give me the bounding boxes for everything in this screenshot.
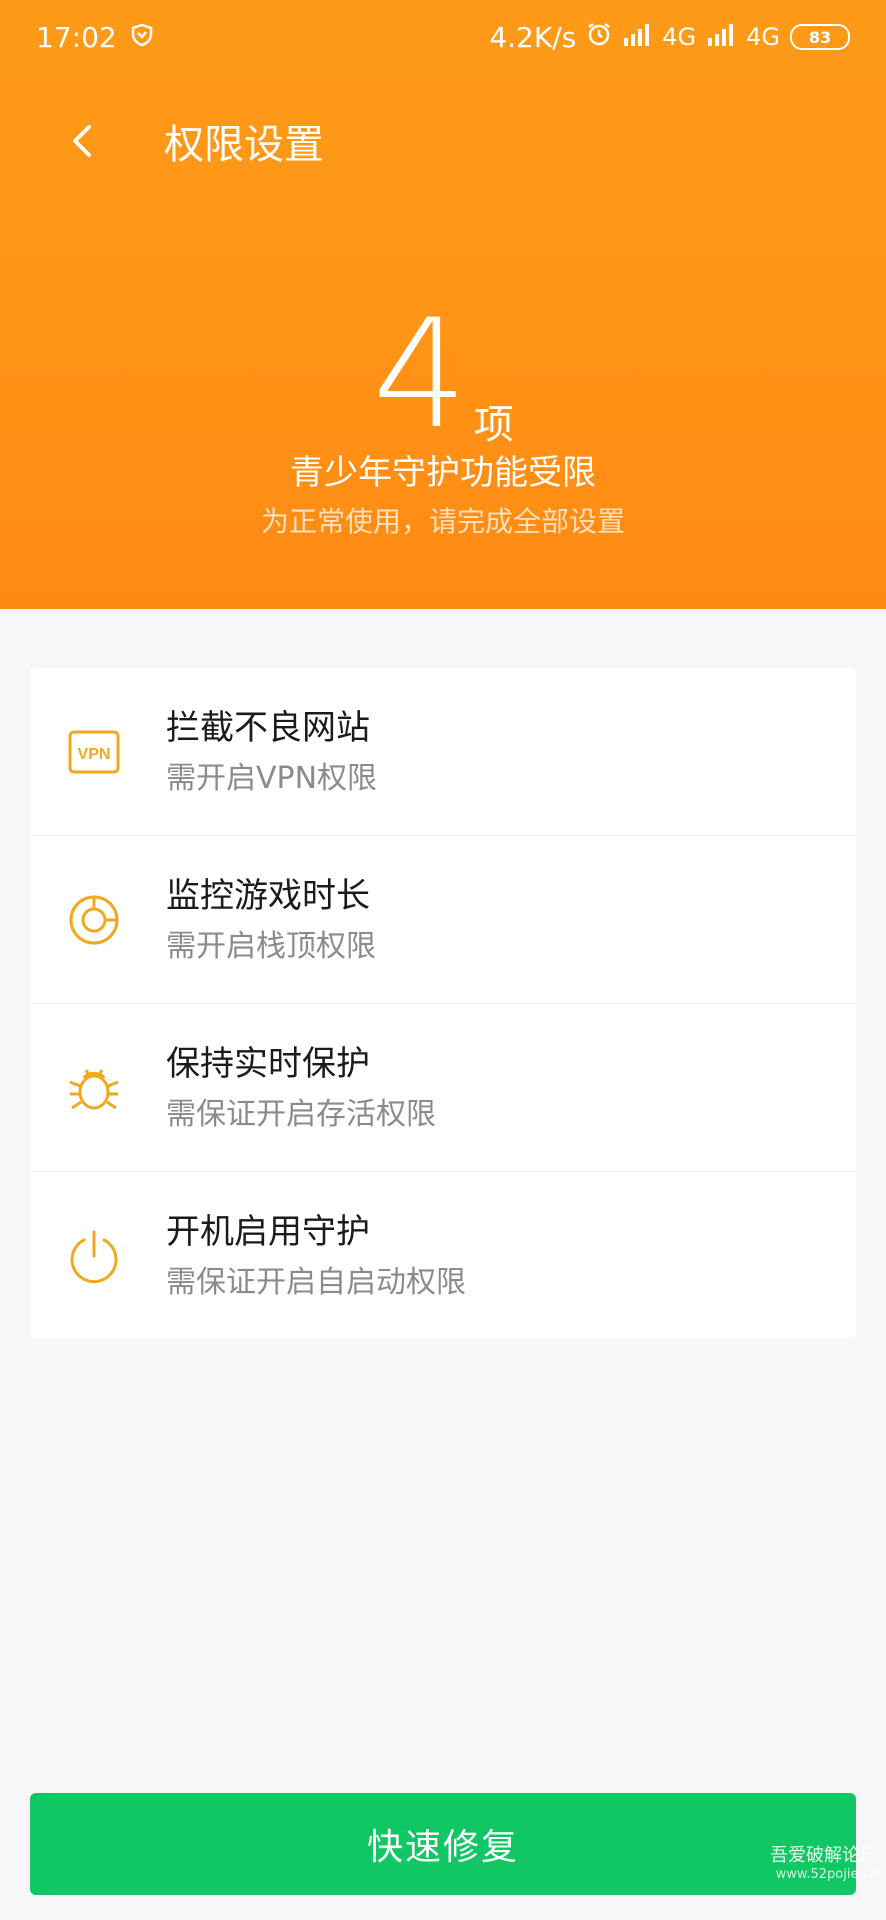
alarm-icon <box>586 21 612 54</box>
status-time: 17:02 <box>36 20 117 54</box>
item-title: 保持实时保护 <box>166 1043 370 1084</box>
limited-message: 青少年守护功能受限 <box>290 453 596 493</box>
vpn-icon: VPN <box>66 724 122 780</box>
permission-item-realtime[interactable]: 保持实时保护 需保证开启存活权限 <box>30 1004 856 1172</box>
status-bar: 17:02 4.2K/s 4G 4G 83 <box>0 0 886 74</box>
count-unit: 项 <box>473 402 514 448</box>
item-subtitle: 需保证开启自启动权限 <box>166 1264 466 1300</box>
chevron-left-icon <box>73 125 91 157</box>
page-title: 权限设置 <box>164 122 324 168</box>
header-banner: 17:02 4.2K/s 4G 4G 83 权限设置 4 项 青少年守护功能受限… <box>0 0 886 609</box>
watermark-text: 吾爱破解论坛 <box>770 1845 878 1866</box>
network-type-2: 4G <box>746 23 780 51</box>
chart-icon <box>66 892 122 948</box>
permission-item-autostart[interactable]: 开机启用守护 需保证开启自启动权限 <box>30 1172 856 1339</box>
quick-fix-button[interactable]: 快速修复 <box>30 1793 856 1895</box>
item-subtitle: 需开启VPN权限 <box>166 760 378 796</box>
setup-hint: 为正常使用，请完成全部设置 <box>260 505 625 538</box>
battery-indicator: 83 <box>790 24 850 50</box>
network-type-1: 4G <box>662 23 697 51</box>
signal-icon-2 <box>706 22 736 53</box>
permission-list: VPN 拦截不良网站 需开启VPN权限 监控游戏时长 需开启栈顶权限 保持实时保… <box>30 668 856 1338</box>
watermark: 吾爱破解论坛 www.52pojie.cn <box>770 1841 878 1882</box>
limit-summary: 4 项 <box>0 300 886 450</box>
limited-count: 4 <box>372 288 468 462</box>
permission-item-vpn[interactable]: VPN 拦截不良网站 需开启VPN权限 <box>30 668 856 836</box>
permission-item-game-time[interactable]: 监控游戏时长 需开启栈顶权限 <box>30 836 856 1004</box>
watermark-url: www.52pojie.cn <box>775 1867 878 1882</box>
item-subtitle: 需保证开启存活权限 <box>166 1096 436 1132</box>
item-title: 拦截不良网站 <box>166 707 370 748</box>
signal-icon-1 <box>622 22 652 53</box>
back-button[interactable] <box>42 100 124 182</box>
network-speed: 4.2K/s <box>489 20 577 54</box>
item-title: 开机启用守护 <box>166 1211 370 1252</box>
shield-status-icon <box>131 21 153 54</box>
item-title: 监控游戏时长 <box>166 875 370 916</box>
vpn-badge-text: VPN <box>78 746 111 763</box>
nav-bar: 权限设置 <box>0 100 886 182</box>
item-subtitle: 需开启栈顶权限 <box>166 928 376 964</box>
power-icon <box>66 1228 122 1284</box>
bug-icon <box>66 1060 122 1116</box>
